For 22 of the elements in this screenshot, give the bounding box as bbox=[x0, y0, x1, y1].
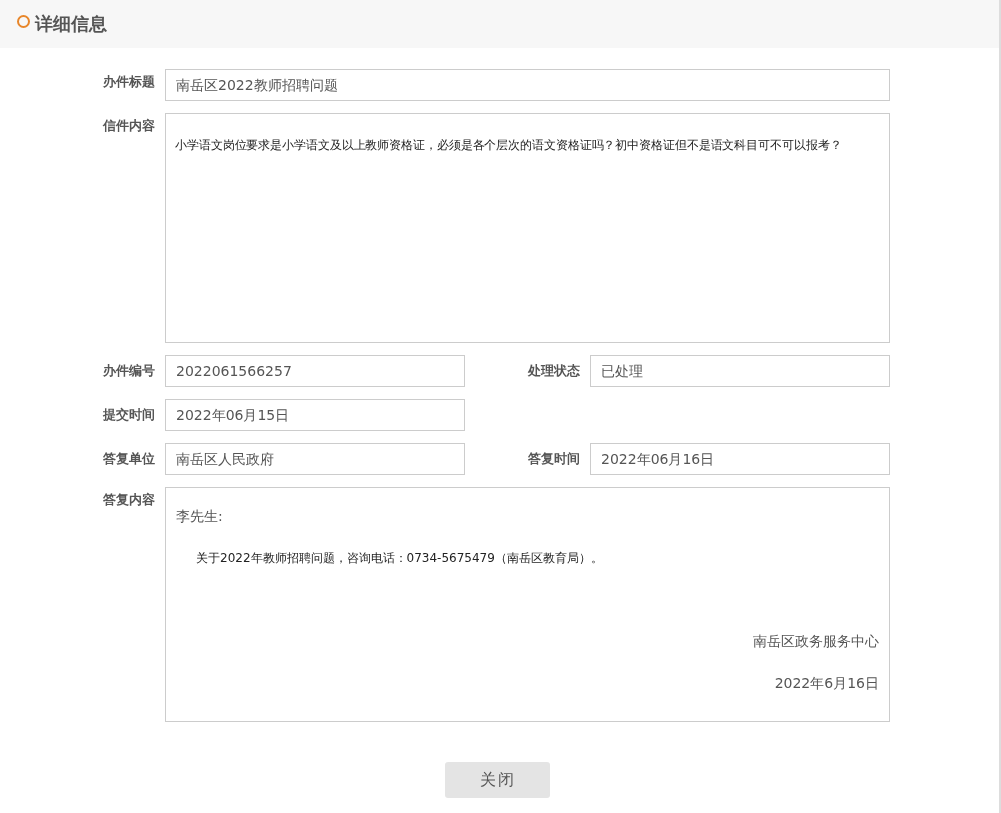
text-area[interactable]: 小学语文岗位要求是小学语文及以上教师资格证，必须是各个层次的语文资格证吗？初中资格证但不是语文科目可不可以报考？ bbox=[165, 113, 890, 343]
text-field[interactable]: 2022年06月16日 bbox=[590, 443, 890, 475]
field-label: 答复时间 bbox=[528, 450, 580, 468]
reply-text: 关于2022年教师招聘问题，咨询电话：0734-5675479（南岳区教育局）。 bbox=[196, 550, 604, 567]
field-label: 答复内容 bbox=[103, 491, 155, 509]
field-label: 办件标题 bbox=[103, 73, 155, 91]
text-field[interactable]: 南岳区2022教师招聘问题 bbox=[165, 69, 890, 101]
reply-date: 2022年6月16日 bbox=[774, 675, 879, 693]
close-button[interactable]: 关闭 bbox=[445, 762, 550, 798]
text-field[interactable]: 2022年06月15日 bbox=[165, 399, 465, 431]
text-field[interactable]: 南岳区人民政府 bbox=[165, 443, 465, 475]
field-label: 答复单位 bbox=[103, 450, 155, 468]
field-label: 信件内容 bbox=[103, 117, 155, 135]
field-label: 处理状态 bbox=[528, 362, 580, 380]
circle-icon bbox=[17, 14, 30, 28]
text-field[interactable]: 2022061566257 bbox=[165, 355, 465, 387]
field-label: 提交时间 bbox=[103, 406, 155, 424]
section-title: 详细信息 bbox=[35, 12, 107, 36]
signature-text: 南岳区政务服务中心 bbox=[753, 633, 879, 651]
field-label: 办件编号 bbox=[103, 362, 155, 380]
greeting-text: 李先生: bbox=[176, 508, 224, 526]
text-field[interactable]: 已处理 bbox=[590, 355, 890, 387]
